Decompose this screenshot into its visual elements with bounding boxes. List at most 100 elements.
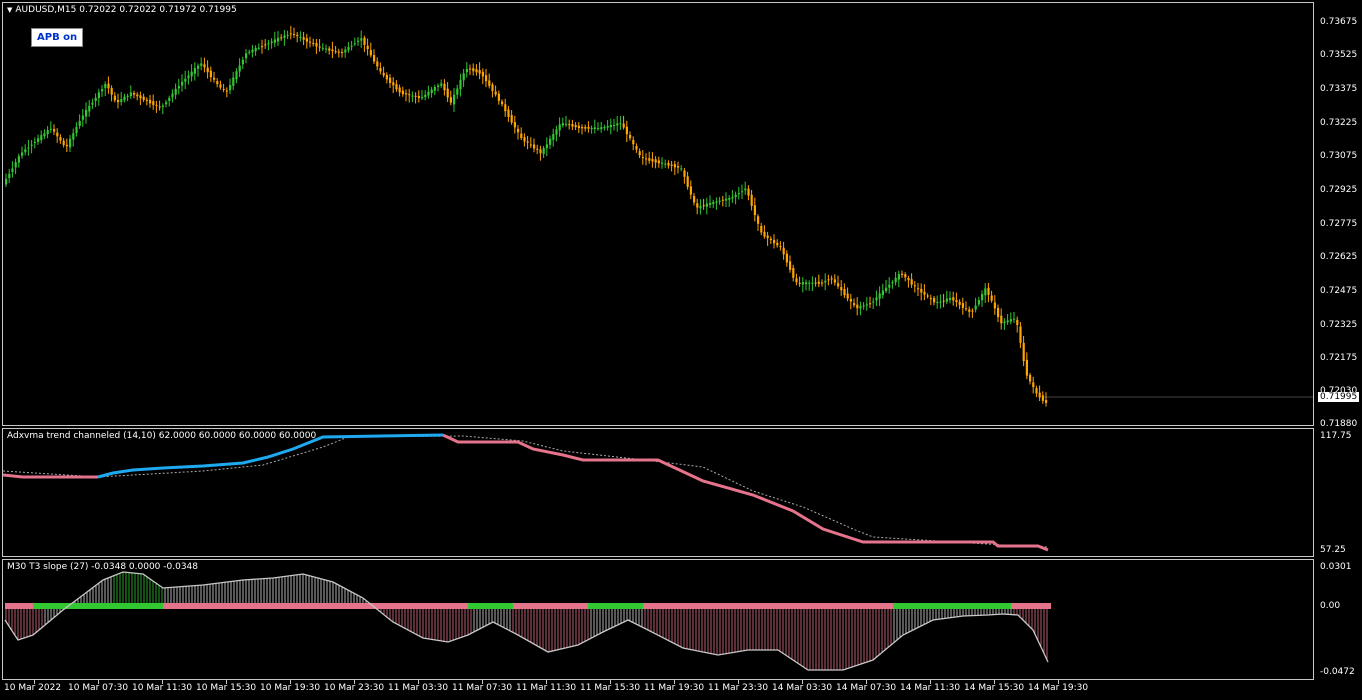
candle-body (779, 246, 782, 248)
candle-body (113, 95, 116, 101)
candle-body (984, 288, 987, 296)
candle-body (952, 297, 955, 301)
candle-body (155, 104, 158, 106)
candle-body (977, 300, 980, 305)
candle-body (184, 78, 187, 82)
candle-body (488, 80, 491, 86)
candle-body (581, 127, 584, 129)
candle-body (101, 89, 104, 92)
candle-body (517, 128, 520, 133)
candle-body (318, 46, 321, 48)
candle-body (811, 282, 814, 284)
candle-body (129, 92, 132, 97)
candle-body (1025, 359, 1028, 376)
t3-slope-indicator-pane[interactable]: M30 T3 slope (27) -0.0348 0.0000 -0.0348 (2, 559, 1314, 680)
candle-body (273, 39, 276, 43)
candle-body (408, 94, 411, 96)
candle-body (1022, 342, 1025, 362)
candle-body (1019, 326, 1022, 343)
candle-body (673, 164, 676, 168)
candle-body (897, 274, 900, 280)
candle-body (158, 106, 161, 108)
candle-body (481, 71, 484, 77)
candle-body (37, 138, 40, 142)
t3-zero-segment (643, 603, 893, 609)
price-axis-label: 0.73075 (1320, 151, 1358, 161)
candle-body (206, 67, 209, 73)
candle-body (721, 199, 724, 201)
candle-body (497, 93, 500, 101)
candle-body (510, 115, 513, 123)
t3-zero-segment (5, 603, 33, 609)
candle-body (43, 133, 46, 137)
candle-body (968, 309, 971, 312)
candle-body (920, 288, 923, 293)
candle-body (731, 196, 734, 199)
candle-body (209, 70, 212, 78)
candle-body (696, 203, 699, 208)
candle-body (840, 287, 843, 291)
candle-body (910, 279, 913, 285)
candle-body (62, 140, 65, 146)
candle-body (683, 170, 686, 177)
price-chart-pane[interactable]: ▼ AUDUSD,M15 0.72022 0.72022 0.71972 0.71… (2, 2, 1314, 426)
candle-body (392, 82, 395, 86)
candle-body (405, 93, 408, 95)
time-axis-label: 11 Mar 15:30 (580, 683, 641, 693)
candle-body (213, 77, 216, 80)
candle-body (824, 280, 827, 283)
candle-body (958, 301, 961, 305)
candle-body (523, 137, 526, 142)
price-axis-label: 0.72625 (1320, 252, 1358, 262)
candle-body (577, 125, 580, 129)
candle-body (664, 163, 667, 165)
apb-on-button[interactable]: APB on (31, 28, 84, 47)
candle-body (225, 90, 228, 92)
time-axis-label: 11 Mar 07:30 (452, 683, 513, 693)
candle-body (49, 128, 52, 130)
candle-body (302, 37, 305, 40)
candle-body (120, 99, 123, 103)
candle-body (632, 139, 635, 145)
candle-body (56, 132, 59, 137)
candle-body (904, 274, 907, 278)
candle-body (539, 149, 542, 154)
candle-body (859, 305, 862, 309)
candle-body (965, 308, 968, 310)
candle-body (465, 68, 468, 73)
candle-body (613, 124, 616, 126)
time-axis-label: 10 Mar 11:30 (132, 683, 193, 693)
candle-body (152, 101, 155, 106)
time-axis-tick (866, 680, 867, 684)
candle-body (1006, 320, 1009, 323)
adxvma-indicator-pane[interactable]: Adxvma trend channeled (14,10) 62.0000 6… (2, 428, 1314, 557)
candle-body (200, 63, 203, 66)
candle-body (485, 75, 488, 82)
candle-body (843, 289, 846, 296)
candle-body (325, 48, 328, 50)
candle-body (725, 198, 728, 201)
candle-body (561, 123, 564, 126)
candle-body (757, 216, 760, 224)
candle-body (744, 188, 747, 191)
candle-body (190, 71, 193, 77)
candle-body (453, 94, 456, 105)
symbol-info: ▼ AUDUSD,M15 0.72022 0.72022 0.71972 0.71… (7, 5, 237, 15)
candle-body (254, 47, 257, 52)
candle-body (145, 99, 148, 101)
candle-body (622, 123, 625, 128)
candle-body (8, 173, 11, 179)
candle-body (1032, 382, 1035, 388)
candle-body (737, 193, 740, 195)
candle-body (907, 277, 910, 281)
time-axis-tick (354, 680, 355, 684)
candle-body (795, 278, 798, 283)
candle-body (309, 41, 312, 43)
dropdown-arrow-icon[interactable]: ▼ (7, 6, 12, 14)
candle-body (872, 301, 875, 303)
candle-body (289, 33, 292, 35)
candle-body (533, 144, 536, 149)
candle-body (869, 303, 872, 305)
candle-body (417, 95, 420, 98)
candle-body (315, 43, 318, 47)
